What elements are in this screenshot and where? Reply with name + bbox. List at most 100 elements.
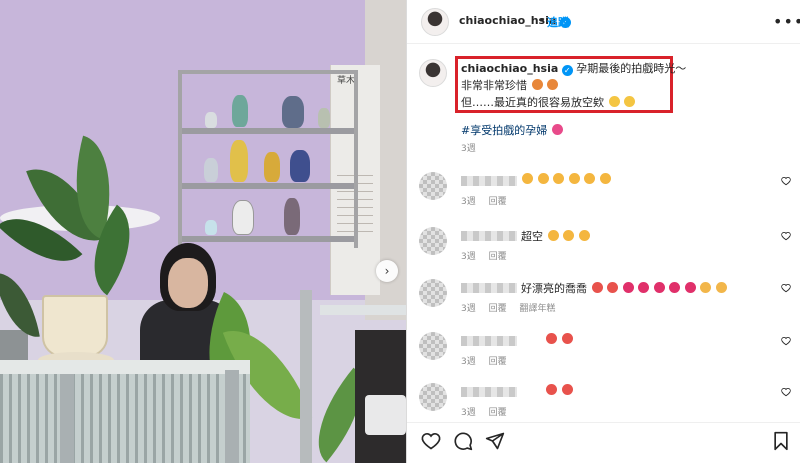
reply-button[interactable]: 回覆	[489, 357, 507, 367]
post-photo[interactable]: 草木 ›	[0, 0, 406, 463]
comment-meta: 3週 回覆	[461, 194, 517, 207]
heart-eyes-emoji-icon	[607, 282, 618, 293]
caption-avatar[interactable]	[419, 59, 447, 87]
photo-vase	[318, 108, 330, 128]
dizzy-face-emoji-icon	[608, 96, 620, 107]
smile-emoji-icon	[599, 173, 611, 184]
bow-emoji-icon	[547, 79, 558, 90]
comment-item: 3週 回覆	[407, 330, 800, 380]
comment-body	[545, 384, 573, 397]
blurred-avatar[interactable]	[419, 332, 447, 360]
avatar[interactable]	[421, 8, 449, 36]
laughing-emoji-icon	[547, 230, 559, 241]
caption-timestamp[interactable]: 3週	[461, 141, 476, 154]
share-send-icon[interactable]	[485, 431, 505, 451]
reply-button[interactable]: 回覆	[489, 408, 507, 418]
photo-stand	[300, 290, 312, 463]
bookmark-icon[interactable]	[771, 431, 791, 451]
blurred-username[interactable]	[461, 176, 517, 186]
caption-username[interactable]: chiaochiao_hsia	[461, 62, 558, 75]
like-heart-icon[interactable]	[421, 431, 441, 451]
smile-emoji-icon	[522, 173, 533, 184]
next-photo-button[interactable]: ›	[376, 260, 398, 282]
photo-table-leg	[60, 374, 74, 463]
like-heart-icon[interactable]	[781, 231, 791, 241]
caption-text-3: 但……最近真的很容易放空欸	[461, 96, 604, 109]
photo-vase	[282, 96, 304, 128]
photo-shelf	[182, 183, 354, 189]
photo-vase	[232, 200, 254, 235]
comment-time[interactable]: 3週	[461, 357, 476, 367]
hashtag-text[interactable]: #享受拍戲的孕婦	[461, 124, 547, 137]
heart-emoji-icon	[669, 282, 680, 293]
more-horizontal-icon[interactable]: •••	[773, 12, 800, 31]
clap-emoji-icon	[700, 282, 711, 293]
blurred-avatar[interactable]	[419, 279, 447, 307]
like-heart-icon[interactable]	[781, 387, 791, 397]
laughing-face-emoji-icon	[624, 96, 635, 107]
verified-badge-icon: ✓	[561, 65, 573, 76]
caption-line-3: 但……最近真的很容易放空欸	[461, 94, 635, 110]
comment-time[interactable]: 3週	[461, 197, 476, 207]
comment-time[interactable]: 3週	[461, 304, 476, 314]
photo-plant-pot	[42, 295, 108, 357]
laughing-emoji-icon	[578, 230, 590, 241]
post-action-bar	[407, 422, 800, 463]
photo-vase	[264, 152, 280, 182]
photo-vase	[205, 112, 217, 128]
comment-item: 好漂亮的喬喬 3週 回覆 翻譯年糕	[407, 277, 800, 327]
laughing-emoji-icon	[563, 230, 574, 241]
heart-eyes-emoji-icon	[546, 333, 557, 344]
like-heart-icon[interactable]	[781, 176, 791, 186]
comment-body	[545, 333, 573, 346]
comment-meta: 3週 回覆	[461, 405, 517, 418]
blurred-username[interactable]	[461, 387, 517, 397]
comment-time[interactable]: 3週	[461, 252, 476, 262]
photo-bag	[365, 395, 406, 435]
reply-button[interactable]: 回覆	[489, 252, 507, 262]
photo-vase	[232, 95, 248, 127]
caption-text-2: 非常非常珍惜	[461, 79, 527, 92]
photo-vase	[284, 198, 300, 235]
heart-emoji-icon	[653, 282, 665, 293]
comment-body: 好漂亮的喬喬	[521, 280, 727, 296]
photo-table-leg	[225, 370, 239, 463]
smile-emoji-icon	[584, 173, 595, 184]
heart-emoji-icon	[684, 282, 696, 293]
chevron-right-icon: ›	[384, 264, 390, 278]
heart-eyes-emoji-icon	[546, 384, 557, 395]
reply-button[interactable]: 回覆	[489, 197, 507, 207]
clap-emoji-icon	[715, 282, 727, 293]
blurred-avatar[interactable]	[419, 172, 447, 200]
photo-shelf	[182, 128, 354, 134]
comment-item: 3週 回覆	[407, 170, 800, 220]
translate-link[interactable]: 翻譯年糕	[520, 304, 556, 314]
reply-button[interactable]: 回覆	[489, 304, 507, 314]
photo-counter-slats	[0, 374, 250, 463]
post-header: chiaochiao_hsia ✓ • 追蹤 •••	[407, 0, 800, 44]
photo-vase	[204, 158, 218, 182]
like-heart-icon[interactable]	[781, 283, 791, 293]
caption-line-1: chiaochiao_hsia ✓ 孕期最後的拍戲時光～	[461, 60, 686, 76]
comment-time[interactable]: 3週	[461, 408, 476, 418]
photo-counter-top	[0, 360, 250, 374]
like-heart-icon[interactable]	[781, 336, 791, 346]
comment-bubble-icon[interactable]	[453, 431, 473, 451]
comment-text: 超空	[521, 230, 543, 243]
hashtag-link[interactable]: #享受拍戲的孕婦	[461, 122, 563, 138]
caption-text-1: 孕期最後的拍戲時光～	[576, 62, 687, 75]
heart-emoji-icon	[638, 282, 649, 293]
smile-emoji-icon	[553, 173, 564, 184]
blurred-username[interactable]	[461, 231, 517, 241]
comment-meta: 3週 回覆 翻譯年糕	[461, 301, 566, 314]
follow-button[interactable]: 追蹤	[547, 14, 569, 30]
blurred-avatar[interactable]	[419, 227, 447, 255]
heart-eyes-emoji-icon	[561, 333, 573, 344]
blurred-username[interactable]	[461, 283, 517, 293]
blurred-avatar[interactable]	[419, 383, 447, 411]
heart-eyes-emoji-icon	[591, 282, 603, 293]
photo-vase	[230, 140, 248, 182]
photo-right-table	[320, 305, 406, 315]
comment-item: 超空 3週 回覆	[407, 225, 800, 275]
blurred-username[interactable]	[461, 336, 517, 346]
